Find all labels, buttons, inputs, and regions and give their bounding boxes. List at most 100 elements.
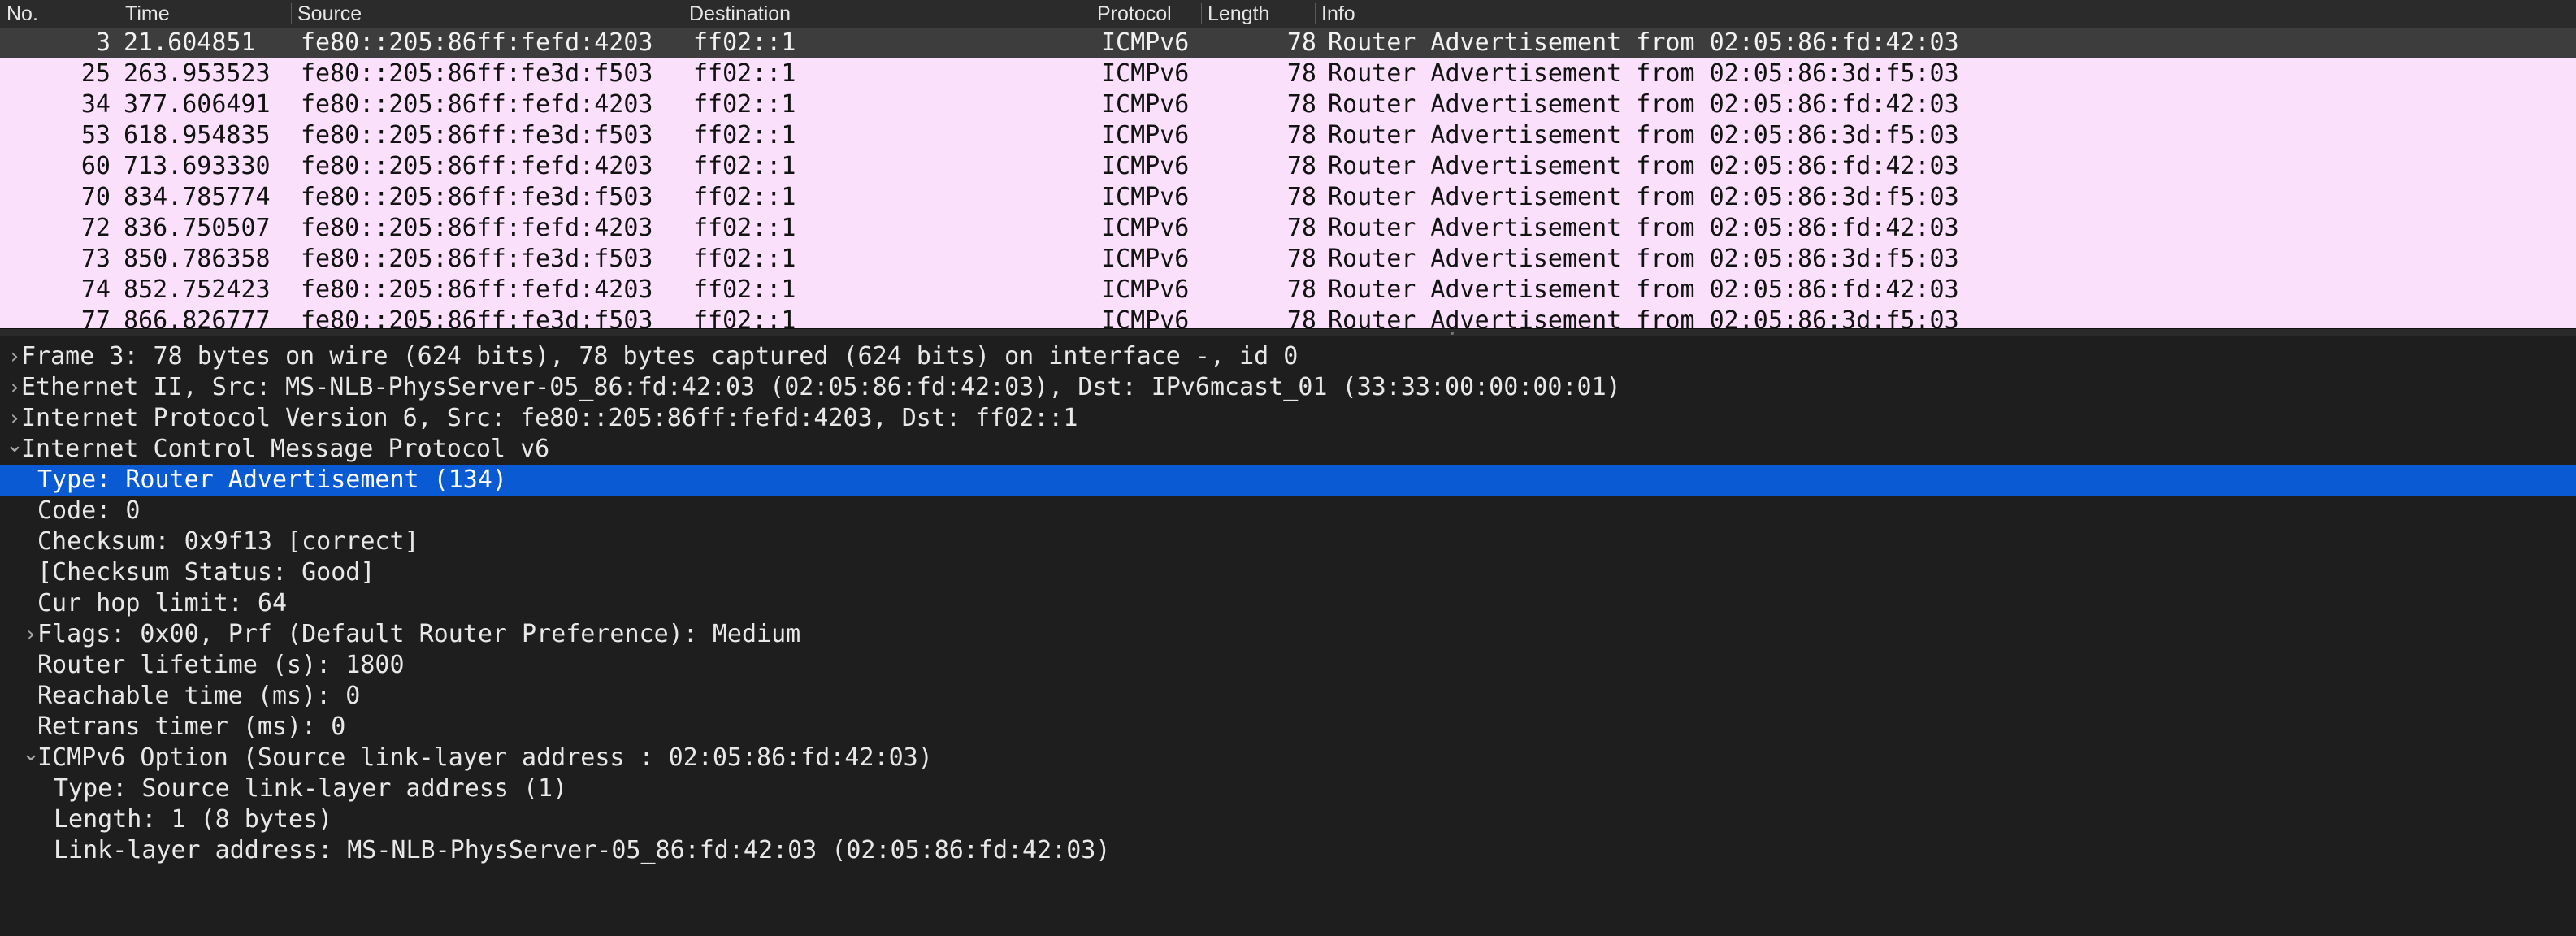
packet-row[interactable]: 25 263.953523 fe80::205:86ff:fe3d:f503 ff02… [0,58,2576,89]
detail-line-text: Length: 1 (8 bytes) [54,805,333,834]
column-header-source[interactable]: Source [291,0,683,28]
cell-length: 78 [1286,121,1316,150]
cell-time: 834.785774 [124,183,271,211]
column-header-time[interactable]: Time [119,0,291,28]
detail-line[interactable]: Reachable time (ms): 0 [0,681,2576,712]
cell-time: 866.826777 [124,306,271,328]
cell-no: 70 [80,183,111,211]
detail-line-text: [Checksum Status: Good] [37,558,375,587]
detail-line[interactable]: Length: 1 (8 bytes) [0,804,2576,835]
cell-info: Router Advertisement from 02:05:86:3d:f5… [1328,245,1959,273]
cell-destination: ff02::1 [693,214,796,242]
cell-source: fe80::205:86ff:fe3d:f503 [301,59,653,88]
splitter-grip-icon[interactable] [1451,332,1454,335]
cell-source: fe80::205:86ff:fe3d:f503 [301,121,653,150]
cell-length: 78 [1286,275,1316,304]
cell-protocol: ICMPv6 [1101,245,1190,273]
packet-row[interactable]: 73 850.786358 fe80::205:86ff:fe3d:f503 ff02… [0,244,2576,275]
cell-time: 836.750507 [124,214,271,242]
detail-line-text: ICMPv6 Option (Source link-layer address… [37,743,933,772]
packet-row[interactable]: 70 834.785774 fe80::205:86ff:fe3d:f503 ff02… [0,182,2576,213]
cell-source: fe80::205:86ff:fefd:4203 [301,90,653,119]
cell-info: Router Advertisement from 02:05:86:3d:f5… [1328,59,1959,88]
packet-rows: 3 21.604851 fe80::205:86ff:fefd:4203 ff02::… [0,28,2576,328]
cell-destination: ff02::1 [693,245,796,273]
detail-line[interactable]: Retrans timer (ms): 0 [0,712,2576,743]
detail-line[interactable]: ⌄ Internet Control Message Protocol v6 [0,434,2576,465]
cell-length: 78 [1286,214,1316,242]
cell-time: 852.752423 [124,275,271,304]
packet-row[interactable]: 77 866.826777 fe80::205:86ff:fe3d:f503 ff02… [0,306,2576,328]
column-header-protocol[interactable]: Protocol [1091,0,1201,28]
column-header-info[interactable]: Info [1315,0,2576,28]
detail-line-text: Ethernet II, Src: MS-NLB-PhysServer-05_8… [21,373,1621,401]
detail-line-text: Router lifetime (s): 1800 [37,651,405,679]
cell-protocol: ICMPv6 [1101,214,1190,242]
cell-no: 25 [80,59,111,88]
packet-details-pane[interactable]: › Frame 3: 78 bytes on wire (624 bits), 7… [0,336,2576,936]
detail-line[interactable]: Cur hop limit: 64 [0,588,2576,619]
packet-row[interactable]: 60 713.693330 fe80::205:86ff:fefd:4203 ff02… [0,151,2576,182]
cell-destination: ff02::1 [693,152,796,180]
cell-source: fe80::205:86ff:fefd:4203 [301,214,653,242]
packet-row[interactable]: 34 377.606491 fe80::205:86ff:fefd:4203 ff02… [0,89,2576,120]
column-header-no[interactable]: No. [0,0,119,28]
cell-time: 713.693330 [124,152,271,180]
cell-protocol: ICMPv6 [1101,275,1190,304]
detail-line[interactable]: [Checksum Status: Good] [0,557,2576,588]
wireshark-window: No. Time Source Destination Protocol Len… [0,0,2576,936]
packet-row[interactable]: 53 618.954835 fe80::205:86ff:fe3d:f503 ff02… [0,120,2576,151]
detail-line-text: Checksum: 0x9f13 [correct] [37,527,419,556]
packet-row-selected[interactable]: 3 21.604851 fe80::205:86ff:fefd:4203 ff02::… [0,28,2576,58]
cell-no: 74 [80,275,111,304]
cell-no: 53 [80,121,111,150]
detail-line[interactable]: › Internet Protocol Version 6, Src: fe80:… [0,403,2576,434]
detail-line-text: Type: Source link-layer address (1) [54,774,568,803]
detail-line-text: Cur hop limit: 64 [37,589,288,618]
cell-destination: ff02::1 [693,28,796,57]
packet-row[interactable]: 74 852.752423 fe80::205:86ff:fefd:4203 ff02… [0,275,2576,306]
cell-time: 263.953523 [124,59,271,88]
cell-no: 34 [80,90,111,119]
cell-source: fe80::205:86ff:fe3d:f503 [301,306,653,328]
cell-protocol: ICMPv6 [1101,183,1190,211]
cell-info: Router Advertisement from 02:05:86:fd:42… [1328,275,1959,304]
cell-length: 78 [1286,59,1316,88]
cell-no: 60 [80,152,111,180]
detail-line[interactable]: › Ethernet II, Src: MS-NLB-PhysServer-05_… [0,372,2576,403]
cell-time: 377.606491 [124,90,271,119]
detail-line[interactable]: Checksum: 0x9f13 [correct] [0,526,2576,557]
cell-protocol: ICMPv6 [1101,306,1190,328]
detail-line[interactable]: Code: 0 [0,496,2576,526]
cell-length: 78 [1286,183,1316,211]
cell-destination: ff02::1 [693,183,796,211]
cell-destination: ff02::1 [693,275,796,304]
detail-line[interactable]: Link-layer address: MS-NLB-PhysServer-05… [0,835,2576,866]
cell-protocol: ICMPv6 [1101,59,1190,88]
cell-time: 850.786358 [124,245,271,273]
packet-row[interactable]: 72 836.750507 fe80::205:86ff:fefd:4203 ff02… [0,213,2576,244]
cell-info: Router Advertisement from 02:05:86:3d:f5… [1328,183,1959,211]
cell-time: 21.604851 [124,28,256,57]
cell-no: 77 [80,306,111,328]
detail-line[interactable]: › Frame 3: 78 bytes on wire (624 bits), 7… [0,341,2576,372]
detail-line-selected[interactable]: Type: Router Advertisement (134) [0,465,2576,496]
cell-length: 78 [1286,306,1316,328]
column-header-length[interactable]: Length [1201,0,1315,28]
packet-list-pane[interactable]: No. Time Source Destination Protocol Len… [0,0,2576,328]
cell-source: fe80::205:86ff:fe3d:f503 [301,245,653,273]
cell-length: 78 [1286,245,1316,273]
detail-line[interactable]: › Flags: 0x00, Prf (Default Router Prefer… [0,619,2576,650]
detail-line[interactable]: ⌄ ICMPv6 Option (Source link-layer addres… [0,743,2576,774]
cell-info: Router Advertisement from 02:05:86:fd:42… [1328,214,1959,242]
column-header-destination[interactable]: Destination [683,0,1091,28]
cell-source: fe80::205:86ff:fefd:4203 [301,152,653,180]
detail-line-text: Reachable time (ms): 0 [37,682,361,710]
detail-line[interactable]: Router lifetime (s): 1800 [0,650,2576,681]
detail-line[interactable]: Type: Source link-layer address (1) [0,774,2576,804]
cell-destination: ff02::1 [693,59,796,88]
cell-info: Router Advertisement from 02:05:86:3d:f5… [1328,121,1959,150]
cell-protocol: ICMPv6 [1101,152,1190,180]
cell-source: fe80::205:86ff:fe3d:f503 [301,183,653,211]
cell-no: 72 [80,214,111,242]
